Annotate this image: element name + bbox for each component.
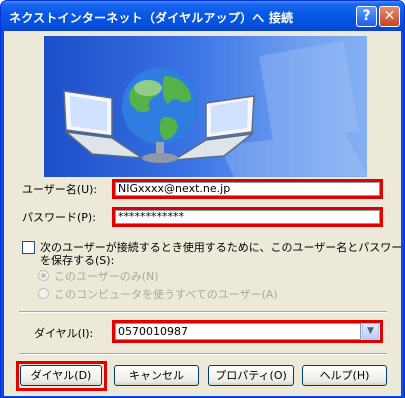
dialog-window: ネクストインターネット（ダイヤルアップ）へ 接続 ? ✕ ユーザー名(U): N…: [0, 0, 405, 398]
properties-button[interactable]: プロパティ(O): [208, 365, 294, 386]
cancel-button[interactable]: キャンセル: [114, 365, 199, 386]
radio-me-only-label: このユーザーのみ(N): [54, 270, 159, 283]
close-button[interactable]: ✕: [379, 6, 400, 27]
separator-bottom: [19, 353, 387, 355]
separator: [19, 311, 387, 313]
window-title: ネクストインターネット（ダイヤルアップ）へ 接続: [9, 11, 294, 25]
username-field[interactable]: NIGxxxx@next.ne.jp: [115, 182, 380, 196]
title-bar[interactable]: ネクストインターネット（ダイヤルアップ）へ 接続 ? ✕: [1, 1, 404, 31]
chevron-down-icon[interactable]: ▼: [362, 323, 379, 340]
password-label: パスワード(P):: [22, 211, 96, 224]
dialog-body: ユーザー名(U): NIGxxxx@next.ne.jp パスワード(P): *…: [4, 31, 404, 396]
dial-label: ダイヤル(I):: [34, 327, 94, 340]
dial-button[interactable]: ダイヤル(D): [20, 365, 102, 386]
radio-me-only[interactable]: [38, 270, 49, 281]
username-label: ユーザー名(U):: [22, 183, 98, 196]
radio-all-users-label: このコンピュータを使うすべてのユーザー(A): [54, 288, 278, 301]
dial-number-field[interactable]: 0570010987: [115, 323, 361, 340]
radio-all-users[interactable]: [38, 288, 49, 299]
save-checkbox-label-line2: を保存する(S):: [40, 254, 115, 267]
network-connection-globe-laptops-icon: [44, 36, 367, 177]
help-button[interactable]: ヘルプ(H): [302, 365, 387, 386]
banner-illustration: [63, 41, 367, 177]
save-password-checkbox[interactable]: [22, 241, 35, 254]
password-field[interactable]: ************: [115, 210, 380, 224]
help-title-button[interactable]: ?: [356, 6, 377, 27]
